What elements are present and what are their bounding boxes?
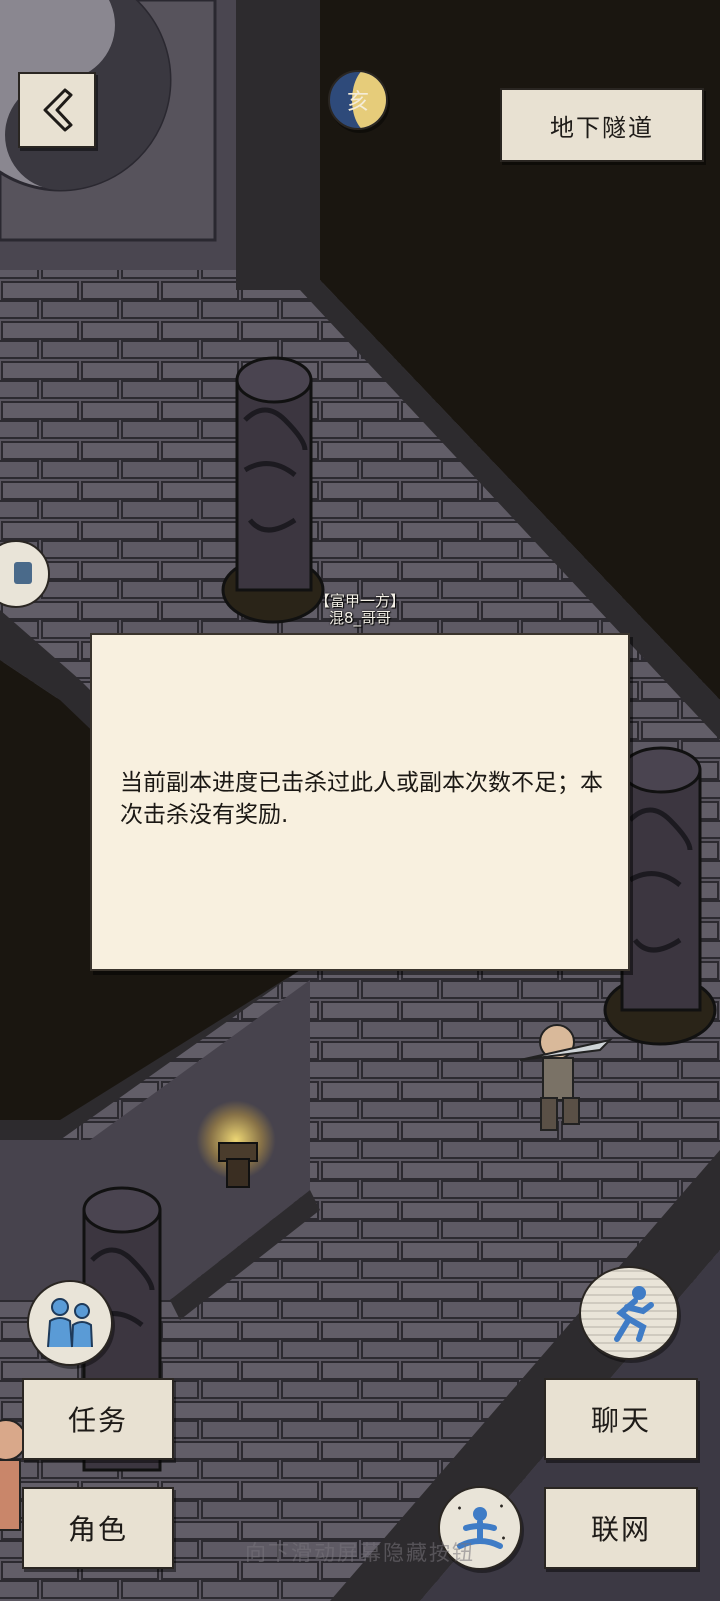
zodiac-badge[interactable]: 亥 xyxy=(328,70,388,130)
chat-button[interactable]: 聊天 xyxy=(544,1378,698,1460)
hide-buttons-hint: 向下滑动屏幕隐藏按钮 xyxy=(245,1541,475,1565)
team-icon xyxy=(47,1298,93,1348)
torch xyxy=(196,1100,276,1190)
npc-nameplate: 【富甲一方】 混8_哥哥 xyxy=(280,593,440,627)
run-button[interactable] xyxy=(579,1266,679,1360)
npc-title: 【富甲一方】 xyxy=(314,592,405,610)
dialog-message: 当前副本进度已击杀过此人或副本次数不足；本次击杀没有奖励. xyxy=(120,770,603,828)
npc-name: 混8_哥哥 xyxy=(328,609,392,627)
back-button[interactable] xyxy=(18,72,96,148)
side-tab-icon xyxy=(14,562,32,584)
team-button[interactable] xyxy=(27,1280,113,1366)
zodiac-glyph: 亥 xyxy=(346,90,369,115)
quest-button[interactable]: 任务 xyxy=(22,1378,174,1460)
reward-dialog[interactable]: 当前副本进度已击杀过此人或副本次数不足；本次击杀没有奖励. xyxy=(90,633,630,971)
run-icon xyxy=(614,1286,654,1342)
location-label: 地下隧道 xyxy=(500,88,704,162)
back-arrow-icon xyxy=(43,88,73,132)
